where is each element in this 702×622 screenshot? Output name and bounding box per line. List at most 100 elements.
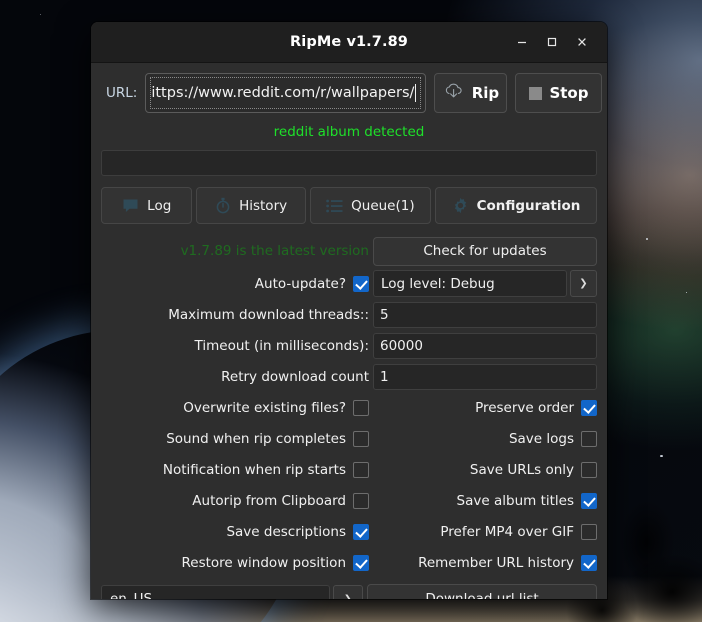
prefer-mp4-over-gif-checkbox[interactable] — [581, 523, 597, 540]
retry-label: Retry download count — [221, 368, 369, 385]
save-album-titles-cell: Save album titles — [371, 492, 597, 509]
language-cell: en_US ❯ — [101, 585, 363, 599]
auto-update-row: Auto-update? Log level: Debug ❯ — [101, 270, 597, 297]
prefer-mp4-over-gif-cell: Prefer MP4 over GIF — [371, 523, 597, 540]
max-threads-label: Maximum download threads:: — [168, 306, 369, 323]
configuration-panel: v1.7.89 is the latest version Check for … — [101, 236, 597, 599]
preserve-order-checkbox[interactable] — [581, 399, 597, 416]
url-row: URL: ittps://www.reddit.com/r/wallpapers… — [101, 73, 603, 113]
tab-configuration-label: Configuration — [476, 197, 581, 214]
sound-when-rip-completes-cell: Sound when rip completes — [101, 430, 371, 447]
window-client-area: URL: ittps://www.reddit.com/r/wallpapers… — [91, 63, 607, 599]
save-logs-checkbox[interactable] — [581, 430, 597, 447]
checkbox-row: Restore window position Remember URL his… — [101, 549, 597, 576]
check-for-updates-button[interactable]: Check for updates — [373, 236, 597, 266]
save-logs-cell: Save logs — [371, 430, 597, 447]
rip-button-label: Rip — [471, 84, 500, 102]
save-urls-only-label: Save URLs only — [469, 461, 574, 478]
tab-queue[interactable]: Queue(1) — [309, 187, 432, 224]
timeout-input[interactable]: 60000 — [373, 332, 597, 359]
timeout-row: Timeout (in milliseconds): 60000 — [101, 332, 597, 359]
save-urls-only-checkbox[interactable] — [581, 461, 597, 478]
max-threads-input[interactable]: 5 — [373, 301, 597, 328]
chevron-down-icon[interactable]: ❯ — [570, 270, 597, 297]
url-input-inner[interactable]: ittps://www.reddit.com/r/wallpapers/ — [150, 77, 422, 109]
progress-bar — [101, 150, 597, 176]
ripme-window: RipMe v1.7.89 URL: ittps://www.reddit.co… — [91, 22, 607, 599]
download-url-list-cell: Download url list — [367, 584, 597, 599]
timeout-label-cell: Timeout (in milliseconds): — [101, 338, 371, 354]
tab-history-label: History — [239, 197, 288, 214]
stop-button-label: Stop — [549, 84, 589, 102]
remember-url-history-checkbox[interactable] — [581, 554, 597, 571]
retry-input-cell: 1 — [371, 363, 597, 390]
timeout-label: Timeout (in milliseconds): — [194, 337, 369, 354]
log-level-cell: Log level: Debug ❯ — [371, 270, 597, 297]
status-message: reddit album detected — [273, 124, 425, 140]
sound-when-rip-completes-checkbox[interactable] — [353, 430, 369, 447]
remember-url-history-cell: Remember URL history — [371, 554, 597, 571]
save-descriptions-cell: Save descriptions — [101, 523, 371, 540]
restore-window-position-cell: Restore window position — [101, 554, 371, 571]
overwrite-existing-files-checkbox[interactable] — [353, 399, 369, 416]
close-button[interactable] — [567, 29, 597, 55]
auto-update-label: Auto-update? — [254, 275, 346, 292]
rip-button[interactable]: Rip — [434, 73, 508, 113]
stop-button[interactable]: Stop — [515, 73, 603, 113]
window-titlebar[interactable]: RipMe v1.7.89 — [91, 22, 607, 63]
language-row: en_US ❯ Download url list — [101, 584, 597, 599]
remember-url-history-label: Remember URL history — [418, 554, 574, 571]
language-dropdown[interactable]: en_US ❯ — [101, 585, 363, 599]
prefer-mp4-over-gif-label: Prefer MP4 over GIF — [440, 523, 574, 540]
stop-square-icon — [529, 86, 543, 100]
gear-icon — [452, 197, 469, 214]
tab-configuration[interactable]: Configuration — [435, 187, 597, 224]
save-album-titles-label: Save album titles — [456, 492, 574, 509]
tab-bar: Log History Queue(1) Configuration — [101, 187, 597, 224]
preserve-order-label: Preserve order — [475, 399, 574, 416]
star — [646, 238, 648, 240]
restore-window-position-label: Restore window position — [181, 554, 347, 571]
tab-queue-label: Queue(1) — [351, 197, 415, 214]
autorip-from-clipboard-label: Autorip from Clipboard — [192, 492, 346, 509]
max-threads-input-cell: 5 — [371, 301, 597, 328]
check-updates-cell: Check for updates — [371, 236, 597, 266]
retry-input[interactable]: 1 — [373, 363, 597, 390]
autorip-from-clipboard-cell: Autorip from Clipboard — [101, 492, 371, 509]
text-caret — [415, 84, 417, 102]
tab-log-label: Log — [147, 197, 172, 214]
overwrite-existing-files-label: Overwrite existing files? — [183, 399, 346, 416]
checkbox-row: Overwrite existing files? Preserve order — [101, 394, 597, 421]
autorip-from-clipboard-checkbox[interactable] — [353, 492, 369, 509]
overwrite-existing-files-cell: Overwrite existing files? — [101, 399, 371, 416]
checkbox-row: Notification when rip starts Save URLs o… — [101, 456, 597, 483]
window-controls — [507, 29, 607, 55]
auto-update-cell: Auto-update? — [101, 275, 371, 292]
tab-history[interactable]: History — [196, 187, 306, 224]
save-urls-only-cell: Save URLs only — [371, 461, 597, 478]
save-album-titles-checkbox[interactable] — [581, 492, 597, 509]
checkbox-row: Sound when rip completes Save logs — [101, 425, 597, 452]
minimize-button[interactable] — [507, 29, 537, 55]
auto-update-checkbox[interactable] — [353, 275, 369, 292]
sound-when-rip-completes-label: Sound when rip completes — [166, 430, 346, 447]
save-logs-label: Save logs — [508, 430, 574, 447]
maximize-button[interactable] — [537, 29, 567, 55]
notification-when-rip-starts-checkbox[interactable] — [353, 461, 369, 478]
retry-label-cell: Retry download count — [101, 369, 371, 385]
update-notice: v1.7.89 is the latest version — [180, 243, 369, 259]
stopwatch-icon — [215, 197, 231, 214]
url-input[interactable]: ittps://www.reddit.com/r/wallpapers/ — [145, 73, 427, 113]
checkbox-row: Save descriptions Prefer MP4 over GIF — [101, 518, 597, 545]
log-level-dropdown[interactable]: Log level: Debug ❯ — [373, 270, 597, 297]
check-for-updates-label: Check for updates — [423, 243, 547, 259]
save-descriptions-checkbox[interactable] — [353, 523, 369, 540]
max-threads-row: Maximum download threads:: 5 — [101, 301, 597, 328]
restore-window-position-checkbox[interactable] — [353, 554, 369, 571]
speech-bubble-icon — [122, 198, 139, 214]
chevron-down-icon[interactable]: ❯ — [333, 585, 363, 599]
tab-log[interactable]: Log — [101, 187, 193, 224]
star — [686, 292, 687, 293]
timeout-input-cell: 60000 — [371, 332, 597, 359]
download-url-list-button[interactable]: Download url list — [367, 584, 597, 599]
